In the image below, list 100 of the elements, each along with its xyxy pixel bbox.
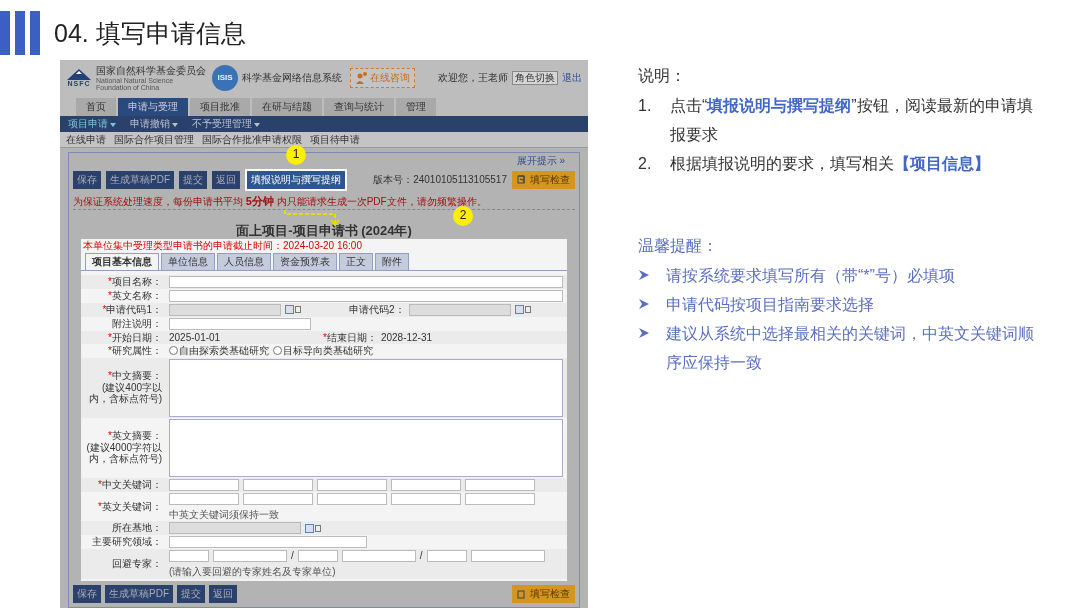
expert-input[interactable]: [470, 550, 545, 563]
separator: /: [419, 550, 423, 562]
check-button[interactable]: 填写检查: [512, 170, 575, 189]
field-label: *英文名称：: [108, 289, 162, 302]
field-note: (建议4000字符以内，含标点符号): [85, 441, 162, 465]
expert-input[interactable]: [297, 550, 338, 563]
menu-item[interactable]: 不予受理管理: [192, 118, 260, 130]
field-label: *中文摘要：: [108, 370, 162, 382]
text-input[interactable]: [169, 289, 563, 302]
toolbar-button[interactable]: 提交: [179, 170, 207, 189]
code-input[interactable]: [408, 303, 511, 316]
toolbar-button[interactable]: 保存: [73, 585, 101, 603]
hint-toggle-link[interactable]: 展开提示 »: [516, 155, 565, 167]
document-check-icon: [517, 175, 527, 184]
expert-input[interactable]: [213, 550, 287, 563]
keyword-input[interactable]: [169, 478, 239, 491]
code-input[interactable]: [169, 303, 281, 316]
system-logo: ISIS: [212, 65, 238, 91]
menu-item[interactable]: 项目申请: [68, 118, 116, 130]
dropdown[interactable]: [169, 317, 311, 330]
welcome-text: 欢迎您，王老师: [438, 72, 508, 84]
field-label: *英文关键词：: [98, 500, 162, 513]
arrowhead-bullet-icon: [638, 298, 650, 310]
keyword-input[interactable]: [169, 492, 239, 505]
mountain-logo-icon: [66, 67, 92, 80]
nav-tab[interactable]: 项目批准: [190, 98, 250, 116]
radio-option[interactable]: 自由探索类基础研究: [169, 345, 269, 357]
form-tab[interactable]: 人员信息: [217, 252, 271, 270]
field-label: *结束日期：: [323, 331, 377, 344]
document-check-icon: [517, 589, 527, 599]
picker-icons[interactable]: [285, 305, 301, 315]
field-note: (建议400字以内，含标点符号): [87, 381, 162, 405]
field-label: *研究属性：: [108, 345, 162, 357]
field-label: 申请代码2：: [349, 303, 405, 316]
tips-title: 温馨提醒：: [638, 236, 719, 256]
form-tab[interactable]: 项目基本信息: [85, 252, 159, 270]
guide-button[interactable]: 填报说明与撰写提纲: [245, 168, 347, 191]
notes-title: 说明：: [638, 66, 687, 86]
toolbar-button[interactable]: 生成草稿PDF: [106, 170, 174, 189]
step-number: 2.: [638, 154, 653, 174]
logout-link[interactable]: 退出: [562, 72, 582, 84]
keyword-input[interactable]: [465, 492, 535, 505]
menu-item[interactable]: 申请撤销: [130, 118, 178, 130]
tip-text: 建议从系统中选择最相关的关键词，中英文关键词顺序应保持一致: [666, 324, 1035, 373]
caret-icon: [254, 123, 260, 127]
toolbar-button[interactable]: 返回: [209, 585, 237, 603]
form-tab[interactable]: 附件: [375, 252, 409, 270]
step-text: 点击“填报说明与撰写提纲”按钮，阅读最新的申请填报要求: [670, 96, 1034, 145]
expert-input[interactable]: [426, 550, 467, 563]
text-input[interactable]: [169, 275, 563, 288]
separator: /: [291, 550, 294, 562]
role-select[interactable]: 角色切换: [512, 71, 558, 85]
toolbar-button[interactable]: 保存: [73, 170, 101, 189]
person-chat-icon: [355, 72, 367, 84]
nav-tab[interactable]: 查询与统计: [324, 98, 394, 116]
submenu-item[interactable]: 项目待申请: [310, 133, 360, 145]
arrowhead-bullet-icon: [638, 327, 650, 339]
nav-tab[interactable]: 申请与受理: [118, 98, 188, 116]
toolbar-button[interactable]: 返回: [212, 170, 240, 189]
caret-icon: [110, 123, 116, 127]
submenu-item[interactable]: 国际合作项目管理: [114, 133, 194, 145]
picker-icons[interactable]: [305, 523, 321, 533]
date-value: 2025-01-01: [169, 331, 222, 344]
keyword-input[interactable]: [243, 478, 313, 491]
tip-text: 请按系统要求填写所有（带“*”号）必填项: [666, 266, 956, 286]
keyword-input[interactable]: [465, 478, 535, 491]
form-tab[interactable]: 单位信息: [161, 252, 215, 270]
form-tab[interactable]: 资金预算表: [273, 252, 337, 270]
system-name: 科学基金网络信息系统: [242, 72, 342, 84]
keyword-input[interactable]: [317, 492, 387, 505]
keyword-input[interactable]: [243, 492, 313, 505]
nav-tab[interactable]: 首页: [76, 98, 116, 116]
field-label: 主要研究领域：: [92, 536, 162, 548]
radio-option[interactable]: 目标导向类基础研究: [273, 345, 373, 357]
expert-input[interactable]: [169, 550, 209, 563]
nav-tab[interactable]: 在研与结题: [252, 98, 322, 116]
field-label: *英文摘要：: [108, 430, 162, 442]
expert-input[interactable]: [341, 550, 416, 563]
check-button[interactable]: 填写检查: [512, 585, 575, 603]
keyword-input[interactable]: [391, 492, 461, 505]
date-value: 2028-12-31: [380, 331, 433, 344]
text-area[interactable]: [169, 358, 563, 417]
base-input[interactable]: [169, 522, 301, 535]
toolbar-button[interactable]: 生成草稿PDF: [105, 585, 173, 603]
toolbar-button[interactable]: 提交: [177, 585, 205, 603]
text-area[interactable]: [169, 418, 563, 477]
version-number: 版本号：24010105113105517: [373, 173, 507, 186]
field-hint: 中英文关键词须保持一致: [169, 508, 280, 521]
form-tab[interactable]: 正文: [339, 252, 373, 270]
text-input[interactable]: [169, 536, 367, 549]
slide-title: 04. 填写申请信息: [54, 17, 246, 49]
submenu-item[interactable]: 在线申请: [66, 133, 106, 145]
field-hint: (请输入要回避的专家姓名及专家单位): [169, 566, 337, 578]
nav-tab[interactable]: 管理: [396, 98, 436, 116]
deadline-notice: 本单位集中受理类型申请书的申请截止时间：2024-03-20 16:00: [82, 239, 363, 253]
arrowhead-bullet-icon: [638, 269, 650, 281]
keyword-input[interactable]: [317, 478, 387, 491]
submenu-item[interactable]: 国际合作批准申请权限: [202, 133, 302, 145]
picker-icons[interactable]: [514, 305, 531, 315]
keyword-input[interactable]: [391, 478, 461, 491]
